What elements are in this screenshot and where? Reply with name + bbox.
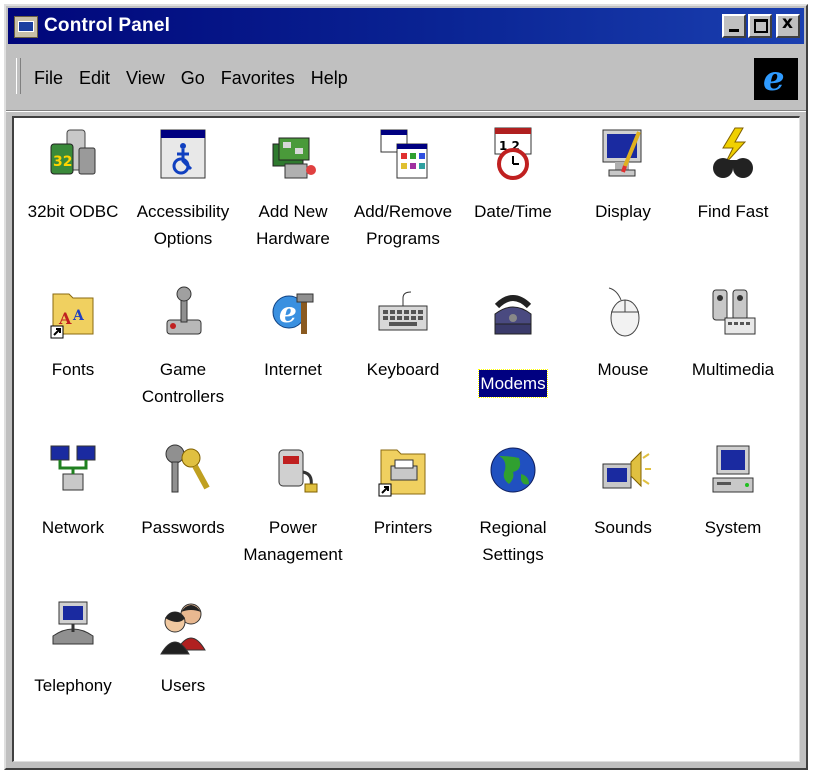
joystick-icon bbox=[153, 282, 213, 342]
control-panel-item-keyboard[interactable]: Keyboard bbox=[348, 276, 458, 434]
menu-view[interactable]: View bbox=[126, 68, 165, 89]
item-label: Mouse bbox=[597, 360, 649, 379]
datetime-icon: 1 2 bbox=[483, 124, 543, 184]
close-button[interactable] bbox=[776, 13, 800, 38]
menu-file[interactable]: File bbox=[34, 68, 63, 89]
control-panel-item-date-time[interactable]: 1 2 Date/Time bbox=[458, 118, 568, 276]
icon-view[interactable]: 32 32bit ODBC Accessibility Options Add New… bbox=[12, 116, 800, 762]
control-panel-item-find-fast[interactable]: Find Fast bbox=[678, 118, 788, 276]
control-panel-item-internet[interactable]: e Internet bbox=[238, 276, 348, 434]
svg-text:A: A bbox=[72, 308, 85, 324]
item-label: System bbox=[704, 518, 762, 537]
menu-bar: File Edit View Go Favorites Help e bbox=[8, 48, 804, 112]
item-label: Keyboard bbox=[366, 360, 440, 379]
control-panel-item-fonts[interactable]: A A Fonts bbox=[18, 276, 128, 434]
keys-icon bbox=[153, 440, 213, 500]
menu-grip[interactable] bbox=[16, 58, 21, 94]
control-panel-item-power-management[interactable]: Power Management bbox=[238, 434, 348, 592]
system-icon bbox=[703, 440, 763, 500]
hardware-icon bbox=[263, 124, 323, 184]
network-icon bbox=[43, 440, 103, 500]
menu-go[interactable]: Go bbox=[181, 68, 205, 89]
keyboard-icon bbox=[373, 282, 433, 342]
svg-text:32: 32 bbox=[53, 154, 72, 170]
window-title: Control Panel bbox=[44, 15, 171, 36]
item-label: Sounds bbox=[594, 518, 652, 537]
control-panel-item-game-controllers[interactable]: Game Controllers bbox=[128, 276, 238, 434]
menu-help[interactable]: Help bbox=[311, 68, 348, 89]
item-label: Find Fast bbox=[697, 202, 769, 221]
item-label: Display bbox=[595, 202, 651, 221]
control-panel-item-printers[interactable]: Printers bbox=[348, 434, 458, 592]
sounds-icon bbox=[593, 440, 653, 500]
item-label: Printers bbox=[373, 518, 433, 537]
item-label: Network bbox=[41, 518, 105, 537]
item-label: Telephony bbox=[34, 676, 112, 695]
fonts-icon: AA bbox=[43, 282, 103, 342]
item-label: Fonts bbox=[51, 360, 95, 379]
odbc-icon: 32 bbox=[43, 124, 103, 184]
control-panel-item-passwords[interactable]: Passwords bbox=[128, 434, 238, 592]
menu-divider bbox=[6, 110, 806, 112]
control-panel-item-add-remove-programs[interactable]: Add/Remove Programs bbox=[348, 118, 458, 276]
programs-icon bbox=[373, 124, 433, 184]
item-label: Regional Settings bbox=[479, 518, 547, 564]
minimize-button[interactable] bbox=[722, 14, 746, 38]
power-icon bbox=[263, 440, 323, 500]
control-panel-item-accessibility-options[interactable]: Accessibility Options bbox=[128, 118, 238, 276]
users-icon bbox=[153, 598, 213, 658]
control-panel-item-multimedia[interactable]: Multimedia bbox=[678, 276, 788, 434]
item-label: Internet bbox=[264, 360, 322, 379]
icon-grid: 32 32bit ODBC Accessibility Options Add New… bbox=[18, 118, 788, 750]
item-label: 32bit ODBC bbox=[27, 202, 119, 221]
modem-icon bbox=[483, 282, 543, 342]
accessibility-icon bbox=[153, 124, 213, 184]
display-icon bbox=[593, 124, 653, 184]
control-panel-item-system[interactable]: System bbox=[678, 434, 788, 592]
control-panel-icon bbox=[14, 16, 38, 38]
menu-favorites[interactable]: Favorites bbox=[221, 68, 295, 89]
telephony-icon bbox=[43, 598, 103, 658]
multimedia-icon bbox=[703, 282, 763, 342]
control-panel-item-32bit-odbc[interactable]: 32 32bit ODBC bbox=[18, 118, 128, 276]
item-label: Passwords bbox=[141, 518, 225, 537]
control-panel-item-sounds[interactable]: Sounds bbox=[568, 434, 678, 592]
item-label: Power Management bbox=[243, 518, 343, 564]
item-label: Game Controllers bbox=[141, 360, 225, 406]
title-bar[interactable]: Control Panel bbox=[8, 8, 804, 44]
control-panel-window: Control Panel File Edit View Go Favorite… bbox=[4, 4, 808, 770]
menu-edit[interactable]: Edit bbox=[79, 68, 110, 89]
item-label: Add/Remove Programs bbox=[353, 202, 453, 248]
control-panel-item-mouse[interactable]: Mouse bbox=[568, 276, 678, 434]
mouse-icon bbox=[593, 282, 653, 342]
maximize-button[interactable] bbox=[748, 14, 772, 38]
svg-text:e: e bbox=[279, 296, 297, 329]
item-label: Users bbox=[160, 676, 206, 695]
svg-text:A: A bbox=[58, 309, 72, 328]
control-panel-item-users[interactable]: Users bbox=[128, 592, 238, 750]
item-label: Date/Time bbox=[474, 202, 552, 221]
item-label: Modems bbox=[478, 369, 548, 398]
find-fast-icon bbox=[703, 124, 763, 184]
control-panel-item-modems[interactable]: Modems bbox=[458, 276, 568, 434]
item-label: Accessibility Options bbox=[136, 202, 230, 248]
internet-icon: e bbox=[263, 282, 323, 342]
item-label: Multimedia bbox=[691, 360, 775, 379]
internet-explorer-logo-icon: e bbox=[754, 58, 798, 100]
printers-icon bbox=[373, 440, 433, 500]
item-label: Add New Hardware bbox=[256, 202, 330, 248]
control-panel-item-telephony[interactable]: Telephony bbox=[18, 592, 128, 750]
control-panel-item-regional-settings[interactable]: Regional Settings bbox=[458, 434, 568, 592]
globe-icon bbox=[483, 440, 543, 500]
control-panel-item-network[interactable]: Network bbox=[18, 434, 128, 592]
control-panel-item-add-new-hardware[interactable]: Add New Hardware bbox=[238, 118, 348, 276]
menu-items: File Edit View Go Favorites Help bbox=[34, 68, 348, 89]
control-panel-item-display[interactable]: Display bbox=[568, 118, 678, 276]
